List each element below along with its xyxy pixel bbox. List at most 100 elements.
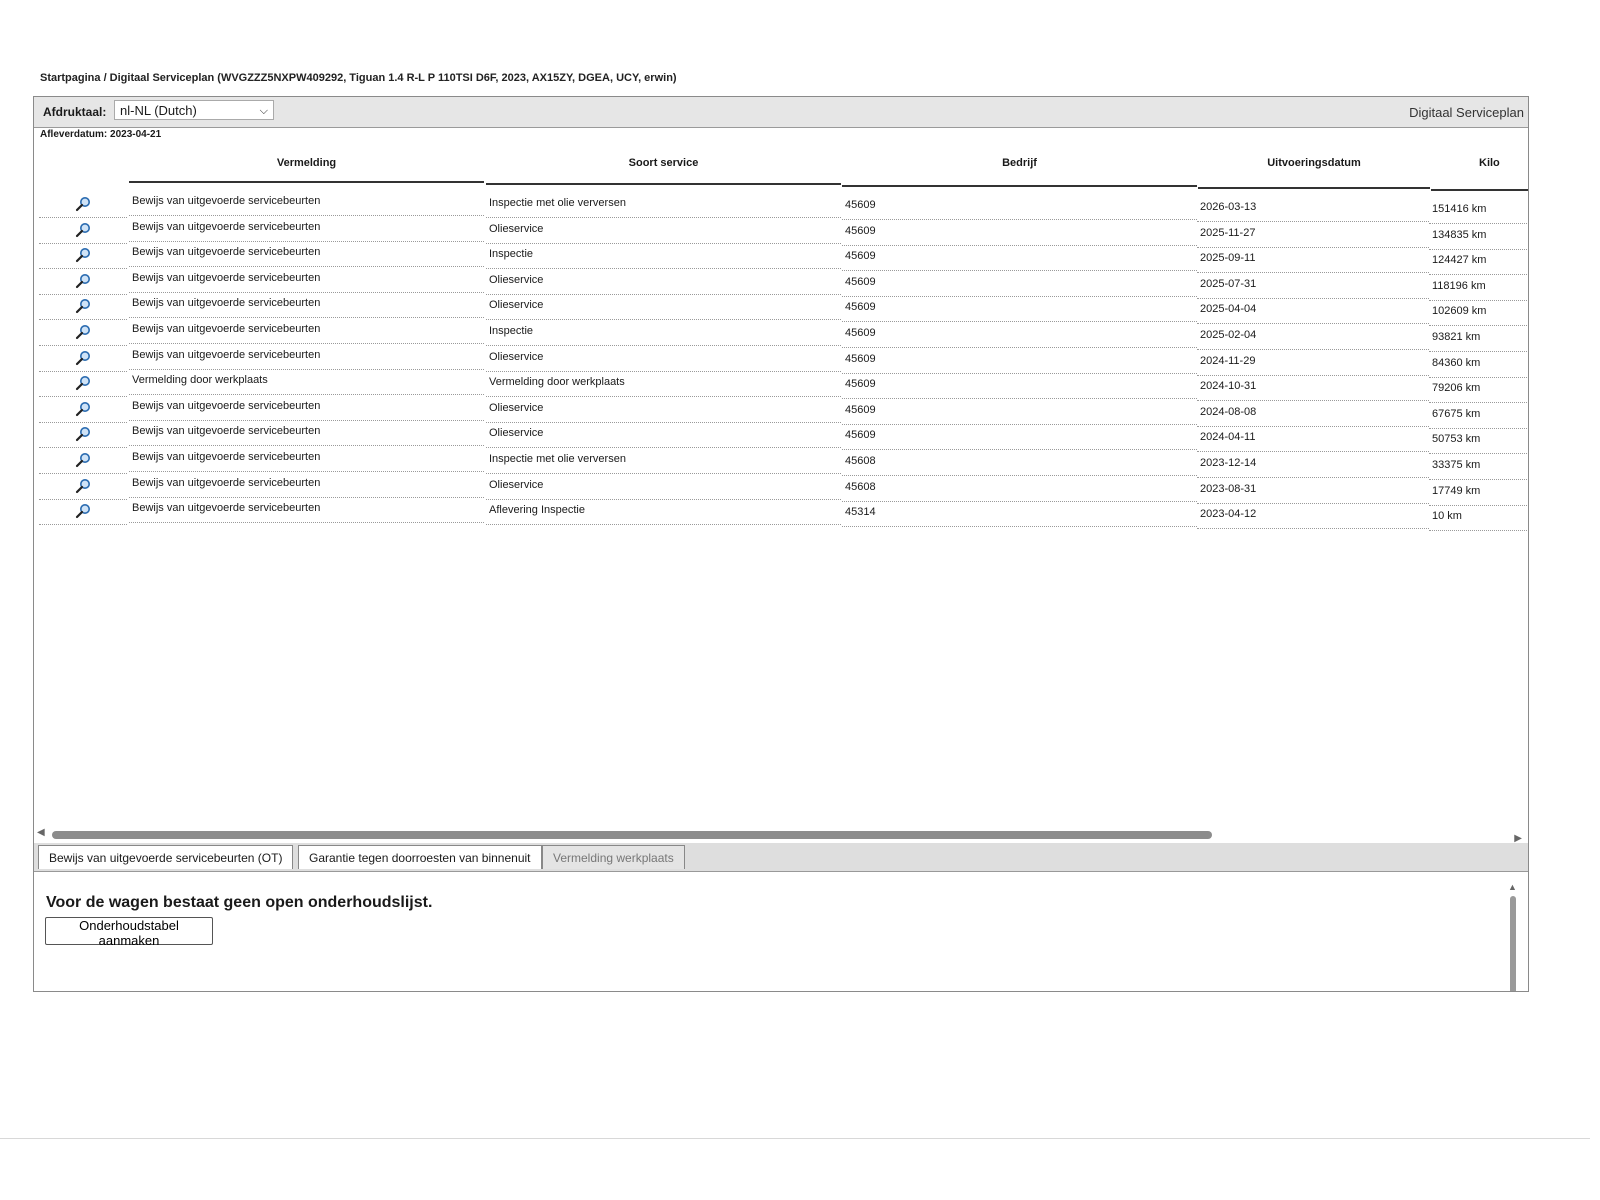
magnifier-icon[interactable] bbox=[75, 298, 91, 314]
cell-bedrijf: 45609 bbox=[842, 425, 1197, 451]
cell-km: 10 km bbox=[1429, 506, 1528, 532]
cell-soort: Olieservice bbox=[486, 219, 841, 244]
cell-bedrijf: 45609 bbox=[842, 272, 1197, 297]
magnifier-icon[interactable] bbox=[75, 196, 91, 212]
table-row[interactable]: Bewijs van uitgevoerde servicebeurten Oli… bbox=[39, 347, 1528, 378]
create-maintenance-table-button[interactable]: Onderhoudstabel aanmaken bbox=[45, 917, 213, 948]
tab-rust-warranty[interactable]: Garantie tegen doorroesten van binnenuit bbox=[298, 845, 542, 869]
cell-bedrijf: 45608 bbox=[842, 477, 1197, 502]
magnifier-icon[interactable] bbox=[75, 426, 91, 442]
scrollbar-thumb[interactable] bbox=[1510, 896, 1516, 991]
table-row[interactable]: Bewijs van uitgevoerde servicebeurten Afl… bbox=[39, 498, 1528, 532]
cell-bedrijf: 45609 bbox=[842, 297, 1197, 323]
cell-soort: Aflevering Inspectie bbox=[486, 500, 841, 526]
table-row[interactable]: Bewijs van uitgevoerde servicebeurten Oli… bbox=[39, 293, 1528, 327]
breadcrumb[interactable]: Startpagina / Digitaal Serviceplan (WVGZ… bbox=[40, 72, 677, 84]
tab-workshop-notice[interactable]: Vermelding werkplaats bbox=[542, 845, 685, 869]
cell-vermelding: Bewijs van uitgevoerde servicebeurten bbox=[129, 396, 484, 421]
row-detail-cell[interactable] bbox=[39, 193, 127, 218]
cell-soort: Olieservice bbox=[486, 475, 841, 500]
magnifier-icon[interactable] bbox=[75, 503, 91, 519]
cell-bedrijf: 45609 bbox=[842, 374, 1197, 400]
scrollbar-thumb[interactable] bbox=[52, 831, 1212, 839]
column-header-soort-service[interactable]: Soort service bbox=[486, 145, 841, 185]
cell-bedrijf: 45608 bbox=[842, 451, 1197, 476]
print-language-select[interactable]: nl-NL (Dutch) ⌵ bbox=[114, 100, 274, 120]
vertical-scrollbar[interactable]: ▲ ▼ bbox=[1508, 882, 1518, 991]
cell-soort: Inspectie bbox=[486, 321, 841, 346]
row-detail-cell[interactable] bbox=[39, 295, 127, 321]
table-row[interactable]: Bewijs van uitgevoerde servicebeurten Oli… bbox=[39, 423, 1528, 455]
cell-bedrijf: 45609 bbox=[842, 246, 1197, 272]
table-row[interactable]: Bewijs van uitgevoerde servicebeurten Ins… bbox=[39, 191, 1528, 224]
table-row[interactable]: Bewijs van uitgevoerde servicebeurten Ins… bbox=[39, 447, 1528, 480]
magnifier-icon[interactable] bbox=[75, 478, 91, 494]
row-detail-cell[interactable] bbox=[39, 270, 127, 295]
row-detail-cell[interactable] bbox=[39, 372, 127, 398]
print-language-value: nl-NL (Dutch) bbox=[120, 103, 197, 118]
row-detail-cell[interactable] bbox=[39, 423, 127, 449]
table-row[interactable]: Bewijs van uitgevoerde servicebeurten Oli… bbox=[39, 219, 1528, 250]
cell-bedrijf: 45609 bbox=[842, 195, 1197, 220]
column-header-kilometerstand[interactable]: Kilo bbox=[1431, 145, 1528, 191]
row-detail-cell[interactable] bbox=[39, 475, 127, 500]
tab-label: Vermelding werkplaats bbox=[553, 851, 674, 865]
cell-soort: Olieservice bbox=[486, 295, 841, 321]
magnifier-icon[interactable] bbox=[75, 375, 91, 391]
scroll-up-icon[interactable]: ▲ bbox=[1508, 882, 1517, 892]
scroll-left-icon[interactable]: ◀ bbox=[37, 827, 45, 838]
cell-soort: Olieservice bbox=[486, 398, 841, 423]
magnifier-icon[interactable] bbox=[75, 273, 91, 289]
cell-bedrijf: 45609 bbox=[842, 221, 1197, 246]
table-row[interactable]: Vermelding door werkplaats Vermelding doo… bbox=[39, 370, 1528, 404]
magnifier-icon[interactable] bbox=[75, 350, 91, 366]
tab-label: Garantie tegen doorroesten van binnenuit bbox=[309, 851, 531, 865]
horizontal-scrollbar[interactable]: ◀ ▶ bbox=[34, 827, 1528, 844]
cell-vermelding: Bewijs van uitgevoerde servicebeurten bbox=[129, 498, 484, 524]
page-divider bbox=[0, 1138, 1590, 1139]
cell-vermelding: Bewijs van uitgevoerde servicebeurten bbox=[129, 268, 484, 293]
table-row[interactable]: Bewijs van uitgevoerde servicebeurten Ins… bbox=[39, 321, 1528, 352]
cell-vermelding: Bewijs van uitgevoerde servicebeurten bbox=[129, 191, 484, 216]
maintenance-panel: Voor de wagen bestaat geen open onderhou… bbox=[34, 872, 1528, 991]
cell-bedrijf: 45609 bbox=[842, 400, 1197, 425]
service-plan-window: Afdruktaal: nl-NL (Dutch) ⌵ Digitaal Ser… bbox=[33, 96, 1529, 992]
column-header-vermelding[interactable]: Vermelding bbox=[129, 145, 484, 183]
magnifier-icon[interactable] bbox=[75, 247, 91, 263]
row-detail-cell[interactable] bbox=[39, 321, 127, 346]
magnifier-icon[interactable] bbox=[75, 401, 91, 417]
row-detail-cell[interactable] bbox=[39, 347, 127, 372]
table-row[interactable]: Bewijs van uitgevoerde servicebeurten Oli… bbox=[39, 475, 1528, 506]
cell-soort: Inspectie met olie verversen bbox=[486, 193, 841, 218]
table-row[interactable]: Bewijs van uitgevoerde servicebeurten Oli… bbox=[39, 396, 1528, 429]
cell-vermelding: Vermelding door werkplaats bbox=[129, 370, 484, 396]
cell-soort: Inspectie bbox=[486, 244, 841, 270]
toolbar: Afdruktaal: nl-NL (Dutch) ⌵ Digitaal Ser… bbox=[34, 97, 1528, 128]
row-detail-cell[interactable] bbox=[39, 219, 127, 244]
tab-service-proof[interactable]: Bewijs van uitgevoerde servicebeurten (O… bbox=[38, 845, 294, 869]
row-detail-cell[interactable] bbox=[39, 449, 127, 474]
row-detail-cell[interactable] bbox=[39, 500, 127, 526]
magnifier-icon[interactable] bbox=[75, 452, 91, 468]
row-detail-cell[interactable] bbox=[39, 398, 127, 423]
service-table: Vermelding Soort service Bedrijf Uitvoer… bbox=[34, 145, 1528, 825]
column-header-uitvoeringsdatum[interactable]: Uitvoeringsdatum bbox=[1198, 145, 1430, 189]
table-row[interactable]: Bewijs van uitgevoerde servicebeurten Ins… bbox=[39, 244, 1528, 276]
cell-soort: Olieservice bbox=[486, 270, 841, 295]
row-detail-cell[interactable] bbox=[39, 244, 127, 270]
cell-vermelding: Bewijs van uitgevoerde servicebeurten bbox=[129, 447, 484, 472]
table-row[interactable]: Bewijs van uitgevoerde servicebeurten Oli… bbox=[39, 268, 1528, 301]
magnifier-icon[interactable] bbox=[75, 324, 91, 340]
cell-soort: Olieservice bbox=[486, 347, 841, 372]
magnifier-icon[interactable] bbox=[75, 222, 91, 238]
app-title: Digitaal Serviceplan bbox=[1409, 105, 1524, 120]
cell-bedrijf: 45609 bbox=[842, 323, 1197, 348]
cell-datum: 2023-04-12 bbox=[1197, 504, 1429, 530]
tab-bar: Bewijs van uitgevoerde servicebeurten (O… bbox=[34, 843, 1528, 872]
cell-soort: Vermelding door werkplaats bbox=[486, 372, 841, 398]
column-header-bedrijf[interactable]: Bedrijf bbox=[842, 145, 1197, 187]
print-language-label: Afdruktaal: bbox=[43, 105, 107, 119]
cell-soort: Olieservice bbox=[486, 423, 841, 449]
cell-vermelding: Bewijs van uitgevoerde servicebeurten bbox=[129, 293, 484, 319]
cell-bedrijf: 45314 bbox=[842, 502, 1197, 528]
